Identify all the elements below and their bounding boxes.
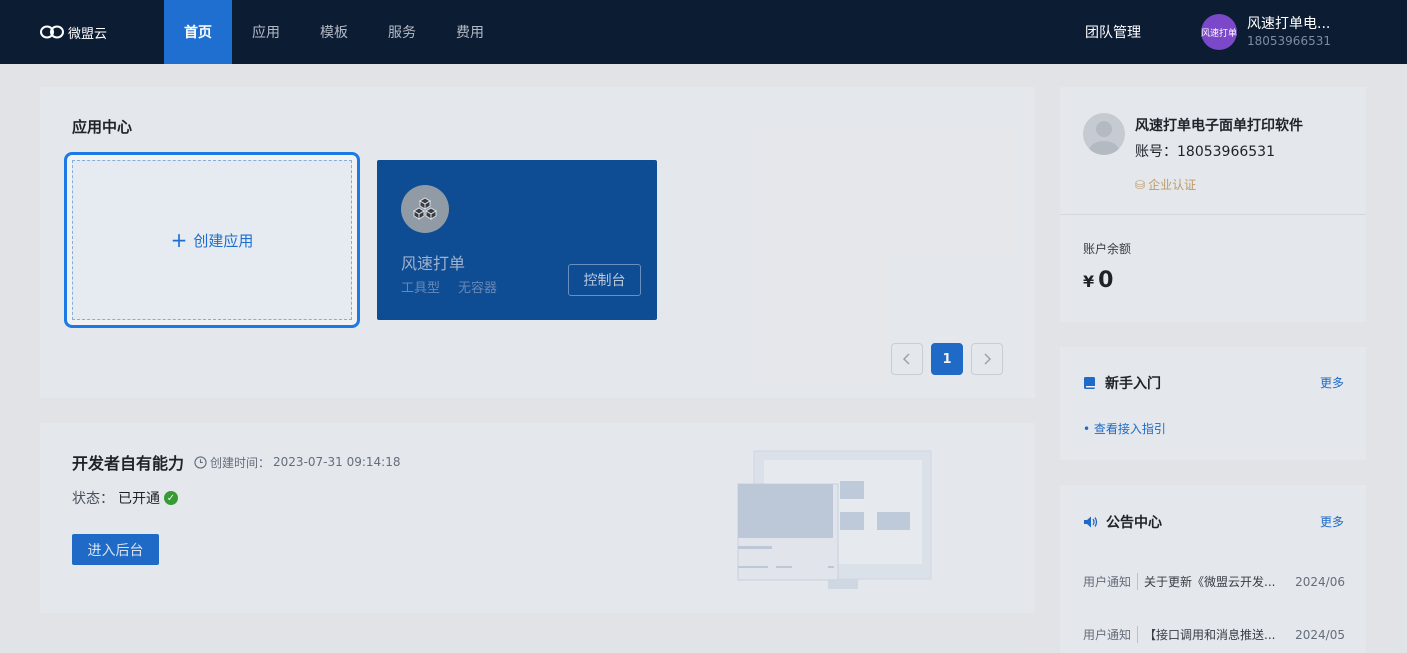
app-tag: 工具型 [401,281,441,296]
nav-item-services[interactable]: 服务 [368,0,436,64]
bullet-dot: • [1083,422,1094,436]
brand-name: 微盟云 [68,26,108,42]
status-label: 状态： [72,491,114,507]
balance-amount: 0 [1098,268,1114,293]
integration-guide-link[interactable]: • 查看接入指引 [1083,420,1166,437]
chevron-left-icon [902,353,910,365]
app-name: 风速打单 [401,254,466,273]
nav-item-apps[interactable]: 应用 [232,0,300,64]
newbie-header: 新手入门 [1083,373,1161,393]
check-circle-icon: ✓ [164,491,178,505]
account-id-label: 账号： [1135,144,1177,160]
cubes-icon [401,185,449,233]
notice-category: 用户通知 [1083,626,1139,643]
user-name: 风速打单电... [1247,16,1331,32]
console-button[interactable]: 控制台 [568,264,641,296]
balance-value: ¥0 [1083,268,1113,293]
account-avatar [1083,113,1125,155]
currency-symbol: ¥ [1083,272,1095,291]
notice-header: 公告中心 [1083,512,1162,532]
dashboard-illustration [737,450,932,589]
clock-icon [194,455,207,469]
enterprise-cert-link[interactable]: ⛁ 企业认证 [1135,176,1196,193]
page-number[interactable]: 1 [931,343,963,375]
notice-title: 公告中心 [1106,515,1162,531]
speaker-icon [1084,516,1098,528]
brand-logo[interactable]: 微盟云 [40,22,107,42]
nav-item-home[interactable]: 首页 [164,0,232,64]
create-app-label: 创建应用 [193,231,254,250]
notice-more-link[interactable]: 更多 [1320,513,1344,530]
cert-label: 企业认证 [1148,178,1197,192]
developer-title: 开发者自有能力 [72,454,185,473]
main-nav: 首页 应用 模板 服务 费用 [164,0,504,64]
person-icon [1089,121,1119,155]
create-app-card[interactable]: + 创建应用 [64,152,360,328]
balance-label: 账户余额 [1083,242,1132,256]
notice-category: 用户通知 [1083,573,1139,590]
created-time: 创建时间： 2023-07-31 09:14:18 [194,454,400,471]
cloud-logo-icon [40,25,64,39]
notice-item[interactable]: 用户通知 关于更新《微盟云开发... 2024/06 [1083,573,1345,590]
app-tags: 工具型 无容器 [401,277,497,296]
status-value: 已开通 [118,491,160,507]
notice-item-date: 2024/05 [1295,627,1345,642]
nav-item-fees[interactable]: 费用 [436,0,504,64]
user-avatar: 风速打单 [1201,14,1237,50]
account-id: 账号：18053966531 [1135,141,1275,161]
book-icon [1084,377,1095,389]
next-page-button[interactable] [971,343,1003,375]
user-menu[interactable]: 风速打单 风速打单电... 18053966531 [1201,14,1331,50]
account-name: 风速打单电子面单打印软件 [1135,118,1303,134]
app-tag: 无容器 [458,281,498,296]
user-meta: 风速打单电... 18053966531 [1247,15,1331,49]
newbie-title: 新手入门 [1105,376,1161,392]
newbie-panel [1060,347,1366,460]
created-time-value: 2023-07-31 09:14:18 [273,455,401,469]
user-phone: 18053966531 [1247,34,1331,48]
notice-item-title: 关于更新《微盟云开发... [1144,575,1276,589]
status-row: 状态： 已开通 ✓ [72,488,178,508]
notice-item-title: 【接口调用和消息推送... [1144,628,1276,642]
newbie-more-link[interactable]: 更多 [1320,374,1344,391]
divider [1060,214,1366,215]
account-id-value: 18053966531 [1177,144,1275,160]
cert-icon: ⛁ [1135,177,1146,192]
chevron-right-icon [984,353,992,365]
notice-item[interactable]: 用户通知 【接口调用和消息推送... 2024/05 [1083,626,1345,643]
user-avatar-text: 风速打单 [1201,28,1237,39]
pagination: 1 [891,343,1003,375]
notice-item-date: 2024/06 [1295,574,1345,589]
enter-backend-button[interactable]: 进入后台 [72,534,159,565]
guide-link-label: 查看接入指引 [1093,422,1166,436]
plus-icon: + [170,228,188,252]
app-card[interactable]: 风速打单 工具型 无容器 控制台 [377,160,657,320]
nav-item-templates[interactable]: 模板 [300,0,368,64]
developer-header: 开发者自有能力 创建时间： 2023-07-31 09:14:18 [72,450,400,474]
team-management-link[interactable]: 团队管理 [1085,22,1141,42]
prev-page-button[interactable] [891,343,923,375]
create-app-button[interactable]: + 创建应用 [72,160,352,320]
app-center-title: 应用中心 [72,118,133,136]
top-navbar: 微盟云 首页 应用 模板 服务 费用 团队管理 风速打单 风速打单电... 18… [0,0,1407,64]
created-time-prefix: 创建时间： [210,455,271,470]
